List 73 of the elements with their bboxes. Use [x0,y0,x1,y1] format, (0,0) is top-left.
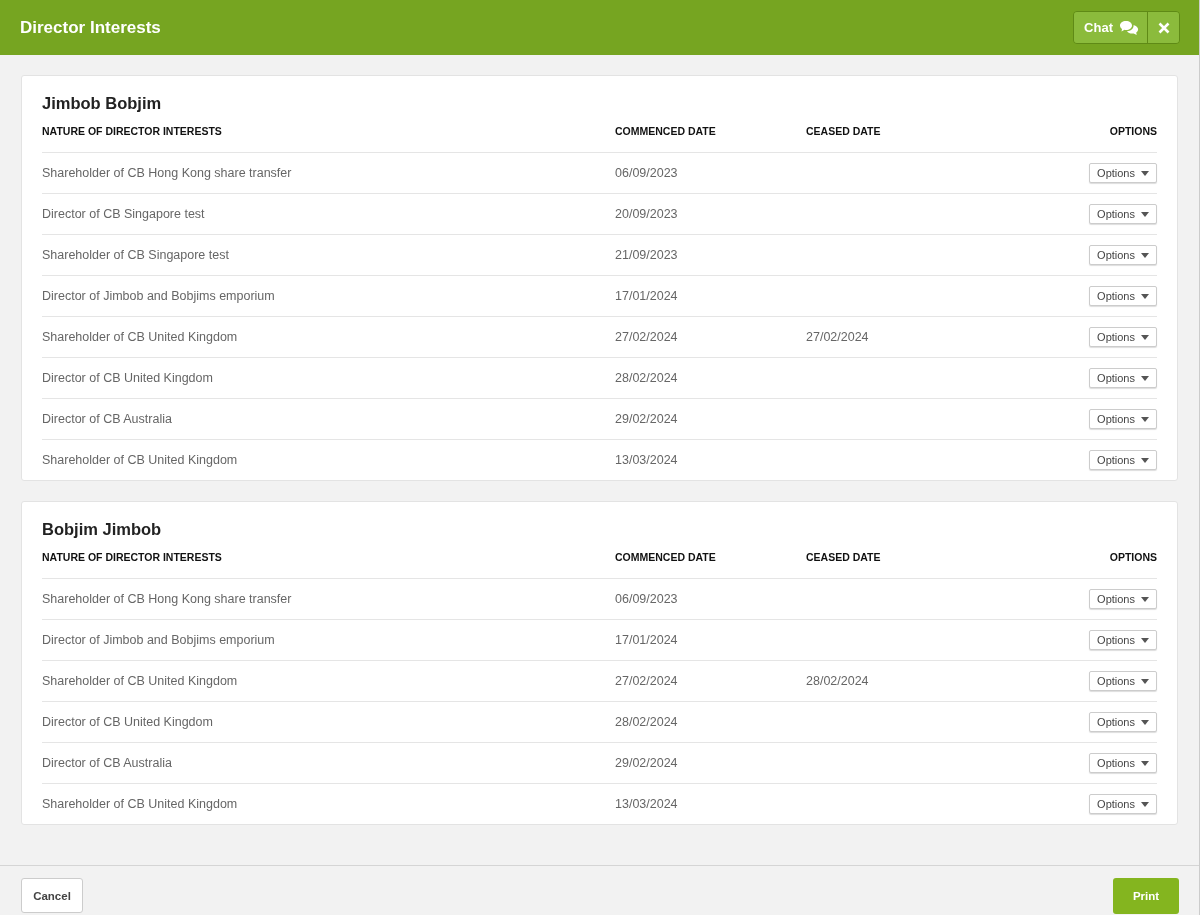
caret-icon [1141,719,1149,725]
column-header: NATURE OF DIRECTOR INTERESTS [42,551,223,563]
table-cell-text: Director of CB Australia [42,756,173,770]
options-dropdown[interactable]: Options [1089,671,1157,691]
caret-icon [1141,596,1149,602]
table-cell-text: 27/02/2024 [615,330,679,344]
column-header: CEASED DATE [806,125,882,137]
column-header: COMMENCED DATE [615,551,717,563]
caret-icon [1141,252,1149,258]
options-dropdown[interactable]: Options [1089,630,1157,650]
table-cell-text: 17/01/2024 [615,633,679,647]
caret-icon [1141,416,1149,422]
column-header: OPTIONS [1108,125,1157,137]
close-icon [1157,21,1170,34]
director-name: Bobjim Jimbob [42,520,163,539]
table-cell-text: Director of Jimbob and Bobjims emporium [42,289,276,303]
director-name: Jimbob Bobjim [42,94,163,113]
caret-icon [1141,293,1149,299]
options-dropdown[interactable]: Options [1089,327,1157,347]
table-cell-text: 29/02/2024 [615,412,679,426]
caret-icon [1141,375,1149,381]
table-cell-text: 27/02/2024 [615,674,679,688]
cancel-button[interactable]: Cancel [21,878,83,913]
caret-icon [1141,170,1149,176]
table-cell: 27/02/2024 [806,330,869,344]
caret-icon [1141,637,1149,643]
options-dropdown[interactable]: Options [1089,712,1157,732]
column-header: NATURE OF DIRECTOR INTERESTS [42,125,223,137]
table-cell-text: 06/09/2023 [615,166,679,180]
table-cell-text: Director of CB United Kingdom [42,371,214,385]
options-dropdown[interactable]: Options [1089,794,1157,814]
caret-icon [1141,211,1149,217]
table-cell-text: 20/09/2023 [615,207,679,221]
column-header: OPTIONS [1108,551,1157,563]
caret-icon [1141,457,1149,463]
table-cell-text: 13/03/2024 [615,453,679,467]
table-cell-text: 17/01/2024 [615,289,679,303]
options-dropdown[interactable]: Options [1089,286,1157,306]
table-cell-text: 28/02/2024 [615,715,679,729]
table-cell-text: Shareholder of CB Hong Kong share transfer [42,166,293,180]
options-dropdown[interactable]: Options [1089,163,1157,183]
table-cell-text: Shareholder of CB United Kingdom [42,797,239,811]
table-cell-text: Shareholder of CB Singapore test [42,248,230,262]
caret-icon [1141,334,1149,340]
caret-icon [1141,760,1149,766]
table-cell-text: Shareholder of CB United Kingdom [42,330,239,344]
table-cell-text: Shareholder of CB Hong Kong share transfer [42,592,293,606]
chat-bubbles-icon [1119,19,1139,36]
table-cell-text: 21/09/2023 [615,248,679,262]
table-cell-text: Director of CB Singapore test [42,207,206,221]
options-dropdown[interactable]: Options [1089,204,1157,224]
options-dropdown[interactable]: Options [1089,753,1157,773]
table-cell-text: Shareholder of CB United Kingdom [42,453,239,467]
caret-icon [1141,801,1149,807]
table-cell-text: Director of CB Australia [42,412,173,426]
options-dropdown[interactable]: Options [1089,245,1157,265]
table-cell-text: Shareholder of CB United Kingdom [42,674,239,688]
table-cell-text: Director of Jimbob and Bobjims emporium [42,633,276,647]
table-cell: 28/02/2024 [806,674,869,688]
column-header: COMMENCED DATE [615,125,717,137]
options-dropdown[interactable]: Options [1089,450,1157,470]
table-cell-text: 29/02/2024 [615,756,679,770]
options-dropdown[interactable]: Options [1089,368,1157,388]
options-dropdown[interactable]: Options [1089,409,1157,429]
caret-icon [1141,678,1149,684]
options-dropdown[interactable]: Options [1089,589,1157,609]
close-button[interactable] [1148,12,1179,43]
table-cell-text: 28/02/2024 [615,371,679,385]
table-cell-text: Director of CB United Kingdom [42,715,214,729]
column-header: CEASED DATE [806,551,882,563]
table-cell-text: 13/03/2024 [615,797,679,811]
table-cell-text: 06/09/2023 [615,592,679,606]
window-title: Director Interests [20,17,161,38]
